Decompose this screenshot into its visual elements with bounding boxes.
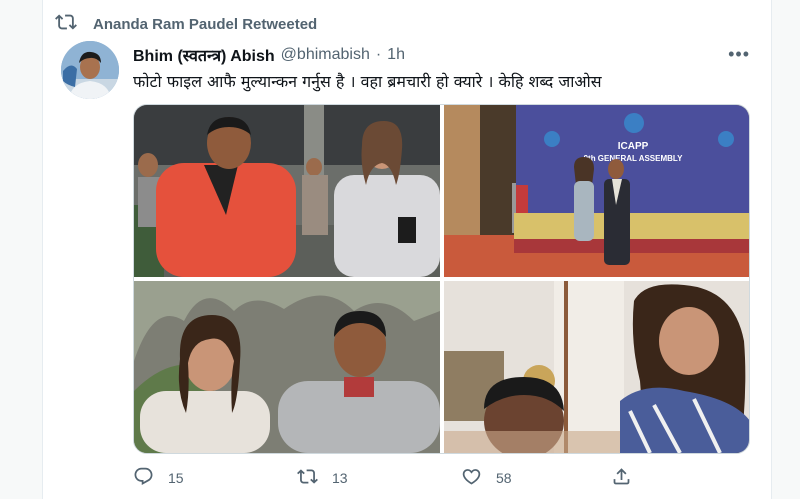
share-button[interactable] xyxy=(611,466,632,490)
like-button[interactable]: 58 xyxy=(461,466,512,490)
retweet-count: 13 xyxy=(332,470,348,486)
retweet-icon xyxy=(55,11,77,37)
retweet-icon xyxy=(297,466,318,490)
more-horizontal-icon[interactable]: ••• xyxy=(728,44,750,65)
separator-dot: · xyxy=(375,46,382,63)
reply-icon xyxy=(133,466,154,490)
tweet-actions: 15 13 58 xyxy=(133,466,653,490)
retweet-button[interactable]: 13 xyxy=(297,466,348,490)
retweet-context: Ananda Ram Paudel Retweeted xyxy=(55,12,317,36)
share-icon xyxy=(611,466,632,490)
tweet-text: फोटो फाइल आफै मुल्यान्कन गर्नुस है । वहा… xyxy=(133,72,602,91)
indoor-photo[interactable] xyxy=(444,281,749,453)
reply-button[interactable]: 15 xyxy=(133,466,184,490)
street-photo[interactable] xyxy=(134,105,440,277)
mountain-selfie-photo[interactable] xyxy=(134,281,440,453)
banner-line1: ICAPP xyxy=(618,141,649,152)
tweet-header: Bhim (स्वतन्त्र) Abish @bhimabish · 1h xyxy=(133,44,760,66)
heart-icon xyxy=(461,466,482,490)
like-count: 58 xyxy=(496,470,512,486)
avatar[interactable] xyxy=(61,41,119,99)
banner-line2: 9th GENERAL ASSEMBLY xyxy=(584,154,683,163)
timestamp[interactable]: 1h xyxy=(387,46,405,64)
display-name[interactable]: Bhim (स्वतन्त्र) Abish xyxy=(133,44,275,66)
retweet-context-label[interactable]: Ananda Ram Paudel Retweeted xyxy=(93,16,317,33)
reply-count: 15 xyxy=(168,470,184,486)
media-grid: ICAPP 9th GENERAL ASSEMBLY xyxy=(133,104,750,454)
assembly-photo[interactable]: ICAPP 9th GENERAL ASSEMBLY xyxy=(444,105,749,277)
user-handle[interactable]: @bhimabish xyxy=(281,46,370,64)
